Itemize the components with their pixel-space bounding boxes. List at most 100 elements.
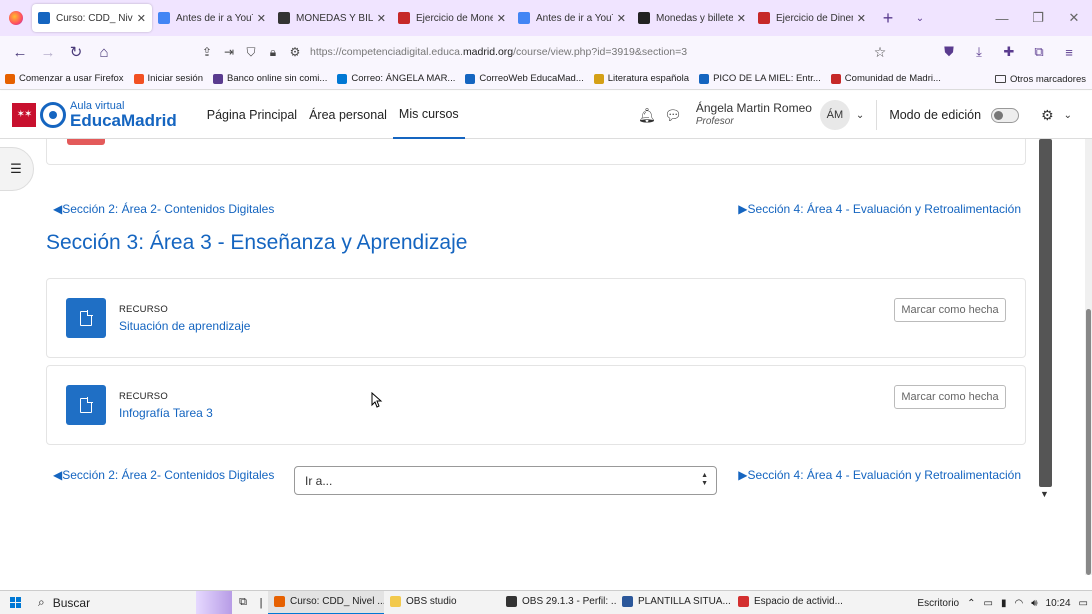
menu-hamburger-icon[interactable]: ≡ xyxy=(1054,45,1084,60)
restore-window-icon[interactable]: ❐ xyxy=(1020,10,1056,26)
new-tab-button[interactable]: + xyxy=(872,8,904,29)
address-bar[interactable]: ⇪ ⇥ ⛉ 🔒︎ ⚙︎ https://competenciadigital.e… xyxy=(196,40,892,64)
list-all-tabs-icon[interactable]: ⌄ xyxy=(904,13,936,24)
mark-done-button[interactable]: Marcar como hecha xyxy=(894,298,1006,322)
taskbar-search[interactable]: ⌕ Buscar xyxy=(30,590,232,614)
home-icon[interactable]: ⌂ xyxy=(90,44,118,61)
volume-icon[interactable]: 🔊︎ xyxy=(1027,598,1041,609)
screenshot-icon[interactable]: ⧉ xyxy=(1024,44,1054,60)
tracking-shield-icon[interactable]: ⛉ xyxy=(240,45,262,60)
browser-tab[interactable]: Ejercicio de Monedas ✕ xyxy=(392,4,512,32)
tab-close-icon[interactable]: ✕ xyxy=(737,12,746,25)
pocket-icon[interactable]: ⛊ xyxy=(934,44,964,60)
gear-icon[interactable]: ⚙ xyxy=(1041,107,1054,124)
course-index-drawer-icon[interactable]: ☰ xyxy=(0,147,34,191)
taskbar-app-item[interactable]: OBS studio xyxy=(384,591,500,614)
next-section-link-top[interactable]: ▶Sección 4: Área 4 - Evaluación y Retroa… xyxy=(738,202,1021,216)
tab-close-icon[interactable]: ✕ xyxy=(617,12,626,25)
taskbar-app-item[interactable]: OBS 29.1.3 - Perfil: ... xyxy=(500,591,616,614)
firefox-menu-icon[interactable] xyxy=(0,0,32,36)
bookmark-item[interactable]: Comenzar a usar Firefox xyxy=(0,73,129,84)
browser-tab[interactable]: Antes de ir a YouTube ✕ xyxy=(152,4,272,32)
show-hidden-icons-icon[interactable]: ⌃ xyxy=(963,598,979,609)
bookmark-item[interactable]: Comunidad de Madri... xyxy=(826,73,946,84)
close-window-icon[interactable]: ✕ xyxy=(1056,10,1092,26)
previous-activity-button[interactable] xyxy=(67,139,105,145)
tab-favicon-icon xyxy=(398,12,410,24)
mark-done-button[interactable]: Marcar como hecha xyxy=(894,385,1006,409)
bookmark-item[interactable]: CorreoWeb EducaMad... xyxy=(460,73,588,84)
display-icon[interactable]: ▭ xyxy=(980,598,997,609)
bookmark-item[interactable]: PICO DE LA MIEL: Entr... xyxy=(694,73,826,84)
taskbar-app-item[interactable]: Espacio de activid... xyxy=(732,591,848,614)
browser-tab[interactable]: Antes de ir a YouTube ✕ xyxy=(512,4,632,32)
messages-chat-icon[interactable]: 💬︎ xyxy=(660,107,686,124)
browser-tab[interactable]: Monedas y billetes ✕ xyxy=(632,4,752,32)
desktop-label[interactable]: Escritorio xyxy=(913,598,963,609)
next-section-link-bottom[interactable]: ▶Sección 4: Área 4 - Evaluación y Retroa… xyxy=(738,468,1021,482)
browser-tab[interactable]: MONEDAS Y BILLETES ✕ xyxy=(272,4,392,32)
bookmark-star-icon[interactable]: ☆ xyxy=(868,44,892,61)
document-resource-icon[interactable] xyxy=(66,298,106,338)
scroll-down-arrow-icon[interactable]: ▼ xyxy=(1040,489,1049,499)
battery-icon[interactable]: ▮ xyxy=(997,598,1011,609)
task-view-icon[interactable]: ⧉ xyxy=(232,596,254,609)
reader-mode-icon[interactable]: ⇥ xyxy=(218,45,240,59)
educamadrid-logo[interactable]: ✶✶ Aula virtual EducaMadrid xyxy=(12,100,177,129)
settings-chevron-down-icon[interactable]: ⌄ xyxy=(1064,110,1072,121)
user-name: Ángela Martin Romeo xyxy=(695,101,812,116)
tab-close-icon[interactable]: ✕ xyxy=(857,12,866,25)
nav-mis-cursos[interactable]: Mis cursos xyxy=(392,91,465,139)
bookmark-item[interactable]: Correo: ÁNGELA MAR... xyxy=(332,73,460,84)
browser-tab[interactable]: Ejercicio de Dinero ✕ xyxy=(752,4,872,32)
bookmark-item[interactable]: Literatura española xyxy=(589,73,694,84)
nav-area-personal[interactable]: Área personal xyxy=(303,91,393,139)
other-bookmarks-folder[interactable]: Otros marcadores xyxy=(994,68,1086,90)
nav-pagina-principal[interactable]: Página Principal xyxy=(201,91,303,139)
tab-close-icon[interactable]: ✕ xyxy=(137,12,146,25)
url-text[interactable]: https://competenciadigital.educa.madrid.… xyxy=(306,46,868,58)
activity-link[interactable]: Infografía Tarea 3 xyxy=(119,406,213,420)
activity-link[interactable]: Situación de aprendizaje xyxy=(119,319,250,333)
user-menu[interactable]: Ángela Martin Romeo Profesor xyxy=(695,101,812,128)
permissions-icon[interactable]: ⚙︎ xyxy=(284,45,306,59)
reload-icon[interactable]: ↻ xyxy=(62,43,90,61)
taskbar-app-label: Espacio de activid... xyxy=(754,596,843,607)
bookmark-item[interactable]: Banco online sin comi... xyxy=(208,73,332,84)
windows-start-icon[interactable] xyxy=(0,597,30,608)
wifi-icon[interactable]: ◠ xyxy=(1010,598,1027,609)
tab-close-icon[interactable]: ✕ xyxy=(497,12,506,25)
bookmarks-bar: Comenzar a usar Firefox Iniciar sesión Ban… xyxy=(0,68,1092,90)
minimize-window-icon[interactable]: — xyxy=(984,11,1020,26)
prev-section-link-top[interactable]: ◀Sección 2: Área 2- Contenidos Digitales xyxy=(53,202,274,216)
tab-close-icon[interactable]: ✕ xyxy=(377,12,386,25)
notifications-bell-icon[interactable]: 🔔︎ xyxy=(634,107,660,124)
bookmark-label: PICO DE LA MIEL: Entr... xyxy=(713,73,821,84)
tab-title: Ejercicio de Dinero xyxy=(776,12,853,24)
notifications-icon[interactable]: ▭ xyxy=(1075,598,1092,609)
lock-icon[interactable]: 🔒︎ xyxy=(262,45,284,60)
bookmark-favicon-icon xyxy=(465,73,476,84)
clock-time[interactable]: 10:24 xyxy=(1042,598,1075,609)
prev-section-link-bottom[interactable]: ◀Sección 2: Área 2- Contenidos Digitales xyxy=(53,468,274,482)
bookmark-item[interactable]: Iniciar sesión xyxy=(129,73,208,84)
browser-tab[interactable]: Curso: CDD_ Nivel ✕ xyxy=(32,4,152,32)
system-tray: Escritorio ⌃ ▭ ▮ ◠ 🔊︎ 10:24 ▭ xyxy=(913,591,1092,614)
taskbar-app-item[interactable]: Curso: CDD_ Nivel ... xyxy=(268,590,384,614)
save-to-pocket-icon[interactable]: ⇪ xyxy=(196,45,218,59)
taskbar-app-item[interactable]: PLANTILLA SITUA... xyxy=(616,591,732,614)
page-scrollbar-thumb[interactable] xyxy=(1039,139,1052,487)
edit-mode-toggle[interactable] xyxy=(991,107,1020,123)
avatar[interactable]: ÁM xyxy=(819,100,850,130)
jump-to-section-select[interactable]: Ir a... ▲ ▼ xyxy=(294,466,717,495)
bookmark-favicon-icon xyxy=(133,73,144,84)
browser-scrollbar-thumb[interactable] xyxy=(1086,309,1091,575)
back-arrow-icon[interactable]: ← xyxy=(6,44,34,61)
chevron-down-icon[interactable]: ⌄ xyxy=(856,110,864,121)
taskbar-app-icon xyxy=(274,596,285,607)
downloads-icon[interactable]: ⤓ xyxy=(964,44,994,60)
document-resource-icon[interactable] xyxy=(66,385,106,425)
tab-close-icon[interactable]: ✕ xyxy=(257,12,266,25)
forward-arrow-icon[interactable]: → xyxy=(34,44,62,61)
extensions-icon[interactable]: ✚ xyxy=(994,44,1024,60)
